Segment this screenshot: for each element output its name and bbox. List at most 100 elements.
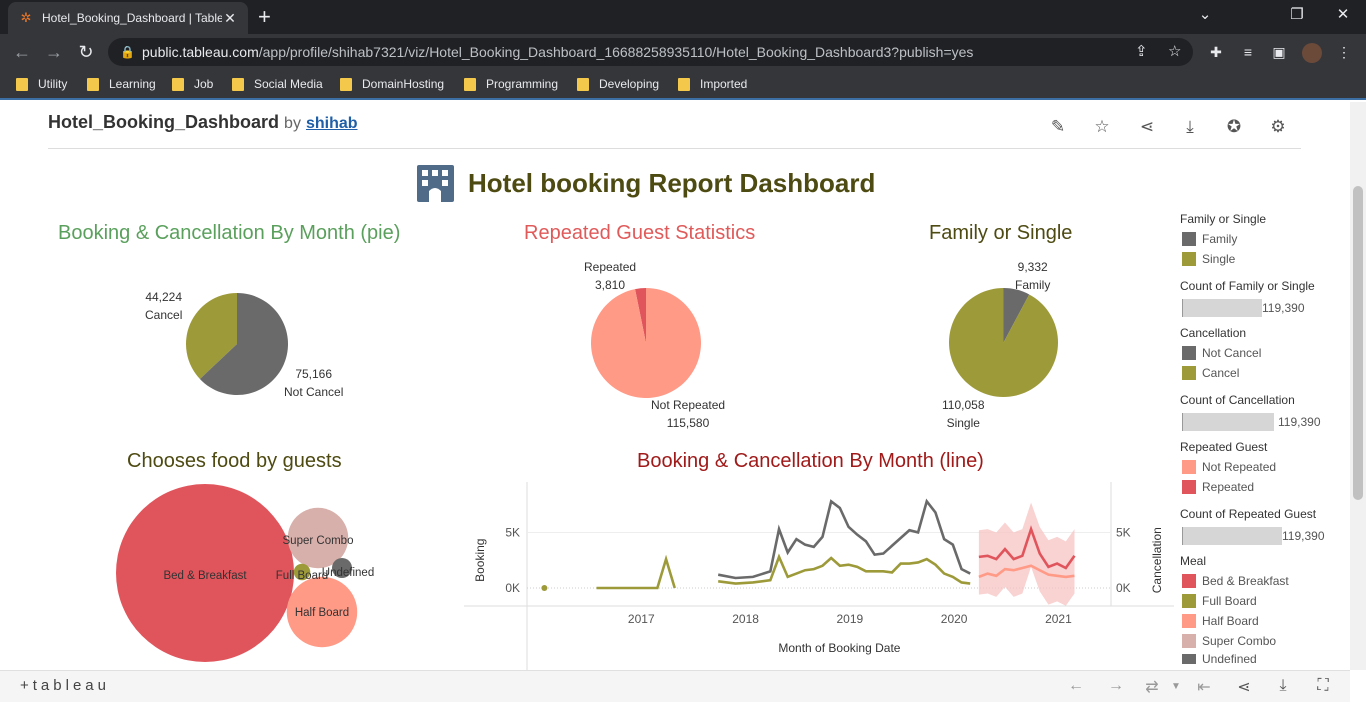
folder-icon xyxy=(172,77,184,91)
food-title: Chooses food by guests xyxy=(127,450,342,472)
close-tab-icon[interactable]: ✕ xyxy=(222,10,238,27)
header-divider xyxy=(48,148,1301,149)
pie-slice-not-repeated[interactable] xyxy=(591,288,701,398)
folder-icon xyxy=(577,77,589,91)
share-page-icon[interactable]: ⇪ xyxy=(1135,38,1148,66)
lock-icon: 🔒 xyxy=(120,45,135,59)
bookmark-programming[interactable]: Programming xyxy=(464,76,558,92)
folder-icon xyxy=(678,77,690,91)
legend-item-repeated[interactable]: Repeated xyxy=(1182,480,1254,494)
fullscreen-icon[interactable]: ⛶ xyxy=(1312,677,1334,695)
tab-title: Hotel_Booking_Dashboard | Table xyxy=(42,11,222,25)
legend-item-not-cancel[interactable]: Not Cancel xyxy=(1182,346,1261,360)
reload-button[interactable]: ↻ xyxy=(74,40,98,64)
legend-count-cancel-title: Count of Cancellation xyxy=(1180,393,1295,407)
tableau-logo[interactable]: +tableau xyxy=(20,677,110,694)
tab-search-icon[interactable]: ⌄ xyxy=(1182,0,1228,30)
viz-header: Hotel_Booking_Dashboard by shihab xyxy=(48,112,358,133)
bookmark-developing[interactable]: Developing xyxy=(577,76,659,92)
page-content: Hotel_Booking_Dashboard by shihab ✎ ☆ ⋖ … xyxy=(0,102,1366,728)
viz-author-link[interactable]: shihab xyxy=(306,115,358,132)
reset-icon[interactable]: ⇤ xyxy=(1193,677,1215,697)
series-line-cancellation[interactable] xyxy=(718,553,971,585)
legend-item-family[interactable]: Family xyxy=(1182,232,1237,246)
tableau-toolbar: +tableau ← → ⇄ ▼ ⇤ ⋖ ⤓ ⛶ xyxy=(0,670,1350,702)
legend-item-single[interactable]: Single xyxy=(1182,252,1235,266)
hotel-building-icon xyxy=(417,165,454,202)
dashboard-title: Hotel booking Report Dashboard xyxy=(468,168,876,198)
footer-download-icon[interactable]: ⤓ xyxy=(1272,677,1294,695)
download-icon[interactable]: ⤓ xyxy=(1179,116,1201,138)
folder-icon xyxy=(87,77,99,91)
bookmark-imported[interactable]: Imported xyxy=(678,76,747,92)
legend-item-undefined[interactable]: Undefined xyxy=(1182,654,1257,664)
legend-item-half-board[interactable]: Half Board xyxy=(1182,614,1259,628)
redo-icon[interactable]: → xyxy=(1105,677,1127,695)
pie-slice-single[interactable] xyxy=(949,288,1058,397)
pie2-notrepeated-label: Not Repeated 115,580 xyxy=(651,398,726,430)
bubble-label: Bed & Breakfast xyxy=(163,570,247,582)
repeated-guest-pie[interactable] xyxy=(591,288,701,398)
folder-icon xyxy=(464,77,476,91)
pie2-repeated-label: Repeated 3,810 xyxy=(584,260,637,292)
menu-kebab-icon[interactable]: ⋮ xyxy=(1334,42,1354,62)
booking-pie-title: Booking & Cancellation By Month (pie) xyxy=(58,222,401,244)
page-scrollbar[interactable] xyxy=(1350,102,1366,670)
legend-family-title: Family or Single xyxy=(1180,212,1267,226)
restore-window-button[interactable]: ❐ xyxy=(1274,0,1320,30)
extensions-icon[interactable]: ✚ xyxy=(1206,42,1226,62)
pie1-cancel-label: 44,224 Cancel xyxy=(145,290,183,322)
browser-tab[interactable]: ✲ Hotel_Booking_Dashboard | Table ✕ xyxy=(8,2,248,34)
folder-icon xyxy=(340,77,352,91)
left-y-tick-label: 5K xyxy=(505,525,520,539)
new-tab-button[interactable]: + xyxy=(258,4,271,30)
x-tick-label: 2020 xyxy=(941,612,968,626)
meal-bubble-chart[interactable]: Bed & Breakfast Half Board Super Combo Full… xyxy=(110,478,380,670)
legend-item-super-combo[interactable]: Super Combo xyxy=(1182,634,1276,648)
right-y-tick-label: 0K xyxy=(1116,581,1131,595)
legend-item-full-board[interactable]: Full Board xyxy=(1182,594,1257,608)
share-icon[interactable]: ⋖ xyxy=(1136,116,1158,138)
profile-avatar[interactable] xyxy=(1302,43,1322,63)
family-single-pie[interactable] xyxy=(949,288,1058,397)
bookmark-utility[interactable]: Utility xyxy=(16,76,67,92)
footer-share-icon[interactable]: ⋖ xyxy=(1233,677,1255,697)
x-tick-label: 2018 xyxy=(732,612,759,626)
viz-of-day-badge-icon[interactable]: ✪ xyxy=(1223,116,1245,138)
forecast-band xyxy=(978,502,1075,606)
legend-count-cancel-bar xyxy=(1182,413,1274,431)
bookmark-domainhosting[interactable]: DomainHosting xyxy=(340,76,444,92)
legend-item-bed-breakfast[interactable]: Bed & Breakfast xyxy=(1182,574,1289,588)
revert-icon[interactable]: ⇄ xyxy=(1141,677,1163,697)
media-control-icon[interactable]: ≡ xyxy=(1238,42,1258,62)
revert-dropdown-icon[interactable]: ▼ xyxy=(1165,681,1187,692)
legend-count-family-value: 119,390 xyxy=(1262,301,1305,315)
series-point[interactable] xyxy=(541,585,548,591)
side-panel-icon[interactable]: ▣ xyxy=(1269,42,1289,62)
booking-cancellation-line-chart[interactable]: 2017 2018 2019 2020 2021 0K 0K 5K 5K Month of Boo… xyxy=(464,482,1174,670)
undo-icon[interactable]: ← xyxy=(1065,677,1087,695)
booking-cancellation-pie[interactable] xyxy=(186,293,288,395)
pie3-family-label: 9,332 Family xyxy=(1015,260,1051,292)
edit-viz-icon[interactable]: ✎ xyxy=(1047,116,1069,138)
legend-count-repeated-bar xyxy=(1182,527,1282,545)
bookmark-star-icon[interactable]: ☆ xyxy=(1168,38,1181,66)
back-button[interactable]: ← xyxy=(10,40,34,64)
forward-button[interactable]: → xyxy=(42,40,66,64)
settings-gear-icon[interactable]: ⚙ xyxy=(1267,116,1289,138)
series-line-cancellation[interactable] xyxy=(596,554,676,590)
bookmark-learning[interactable]: Learning xyxy=(87,76,156,92)
legend-count-family-bar xyxy=(1182,299,1262,317)
scrollbar-thumb[interactable] xyxy=(1353,186,1363,500)
legend-item-cancel[interactable]: Cancel xyxy=(1182,366,1239,380)
bubble-label: Full Board xyxy=(276,570,328,582)
close-window-button[interactable]: ✕ xyxy=(1320,0,1366,30)
bookmark-social-media[interactable]: Social Media xyxy=(232,76,323,92)
address-bar[interactable]: 🔒 public.tableau.com/app/profile/shihab7… xyxy=(108,38,1193,66)
right-y-tick-label: 5K xyxy=(1116,525,1131,539)
favorite-star-icon[interactable]: ☆ xyxy=(1091,116,1113,138)
legend-item-not-repeated[interactable]: Not Repeated xyxy=(1182,460,1276,474)
bookmark-job[interactable]: Job xyxy=(172,76,213,92)
x-tick-label: 2019 xyxy=(837,612,864,626)
legend-count-family-title: Count of Family or Single xyxy=(1180,279,1315,293)
